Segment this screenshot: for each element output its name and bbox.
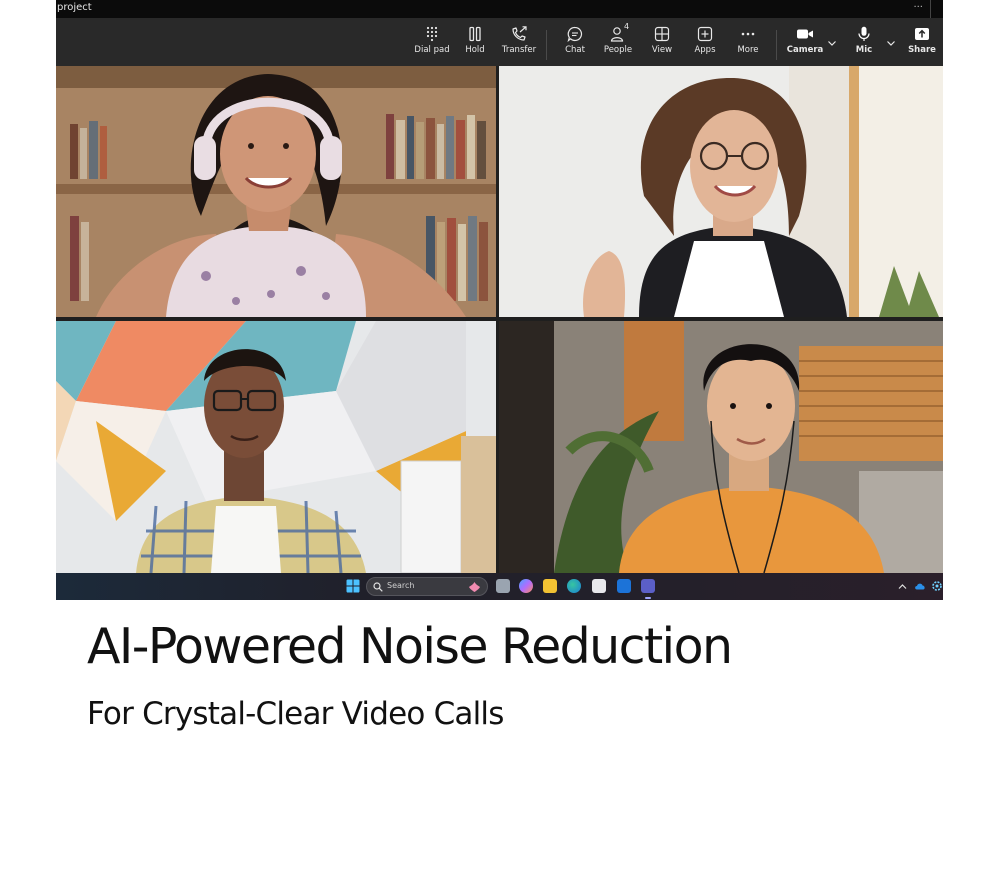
chat-button[interactable]: Chat — [553, 24, 597, 64]
title-divider — [930, 0, 931, 18]
grid-view-icon — [654, 26, 670, 42]
task-view-icon[interactable] — [496, 579, 510, 593]
marketing-subheadline: For Crystal-Clear Video Calls — [87, 696, 504, 732]
share-label: Share — [908, 45, 936, 55]
share-button[interactable]: Share — [900, 24, 943, 64]
people-count-badge: 4 — [624, 22, 630, 31]
pause-icon — [469, 26, 481, 42]
chevron-up-icon[interactable] — [898, 582, 907, 591]
windows-taskbar: Search — [56, 573, 943, 600]
mic-button[interactable]: Mic — [842, 24, 886, 64]
participant-video-man-glasses — [56, 321, 496, 573]
view-button[interactable]: View — [640, 24, 684, 64]
more-button[interactable]: More — [726, 24, 770, 64]
camera-button[interactable]: Camera — [783, 24, 827, 64]
participant-tile-3[interactable] — [56, 321, 496, 573]
window-title: project — [57, 2, 92, 13]
participant-tile-4[interactable] — [499, 321, 943, 573]
mic-label: Mic — [855, 45, 873, 55]
dialpad-button[interactable]: Dial pad — [410, 24, 454, 64]
participant-video-woman-glasses — [499, 66, 943, 317]
outlook-icon[interactable] — [617, 579, 631, 593]
camera-options-chevron-icon[interactable] — [826, 36, 838, 50]
mic-options-chevron-icon[interactable] — [885, 36, 897, 50]
apps-button[interactable]: Apps — [683, 24, 727, 64]
teams-icon[interactable] — [641, 579, 655, 593]
chat-label: Chat — [565, 45, 585, 55]
transfer-label: Transfer — [501, 45, 537, 55]
dialpad-label: Dial pad — [414, 45, 450, 55]
marketing-headline: AI-Powered Noise Reduction — [87, 618, 733, 675]
copilot-icon[interactable] — [519, 579, 533, 593]
call-toolbar: Dial pad Hold Transfer Chat People 4 Vie… — [56, 18, 943, 66]
hold-label: Hold — [465, 45, 485, 55]
more-label: More — [737, 45, 759, 55]
store-icon[interactable] — [592, 579, 606, 593]
toolbar-divider — [546, 30, 547, 60]
toolbar-divider — [776, 30, 777, 60]
participant-video-man-earphones — [499, 321, 943, 573]
search-highlight-icon — [469, 582, 480, 592]
participant-tile-2[interactable] — [499, 66, 943, 317]
participant-video-woman-headphones — [56, 66, 496, 317]
taskbar-search-box[interactable]: Search — [366, 577, 488, 596]
onedrive-icon[interactable] — [914, 581, 926, 591]
microphone-icon — [858, 26, 870, 41]
edge-icon[interactable] — [567, 579, 581, 593]
windows-start-icon[interactable] — [346, 579, 360, 593]
chat-icon — [567, 26, 583, 42]
settings-icon[interactable] — [931, 580, 943, 592]
people-button[interactable]: People — [596, 24, 640, 64]
title-bar: project ··· — [56, 0, 943, 18]
transfer-button[interactable]: Transfer — [497, 24, 541, 64]
more-dots-icon[interactable]: ··· — [913, 0, 923, 16]
view-label: View — [651, 45, 673, 55]
search-icon — [373, 582, 383, 592]
teams-active-indicator — [645, 597, 651, 599]
file-explorer-icon[interactable] — [543, 579, 557, 593]
teams-call-window: project ··· Dial pad Hold Transfer Chat … — [56, 0, 943, 600]
add-apps-icon — [697, 26, 713, 42]
share-screen-icon — [915, 28, 929, 40]
people-label: People — [603, 45, 633, 55]
transfer-call-icon — [512, 26, 527, 41]
hold-button[interactable]: Hold — [453, 24, 497, 64]
camera-icon — [797, 29, 813, 39]
search-placeholder: Search — [387, 581, 415, 590]
dialpad-icon — [426, 26, 438, 42]
camera-label: Camera — [786, 45, 824, 55]
more-icon — [741, 32, 755, 36]
apps-label: Apps — [694, 45, 716, 55]
participant-tile-1[interactable] — [56, 66, 496, 317]
